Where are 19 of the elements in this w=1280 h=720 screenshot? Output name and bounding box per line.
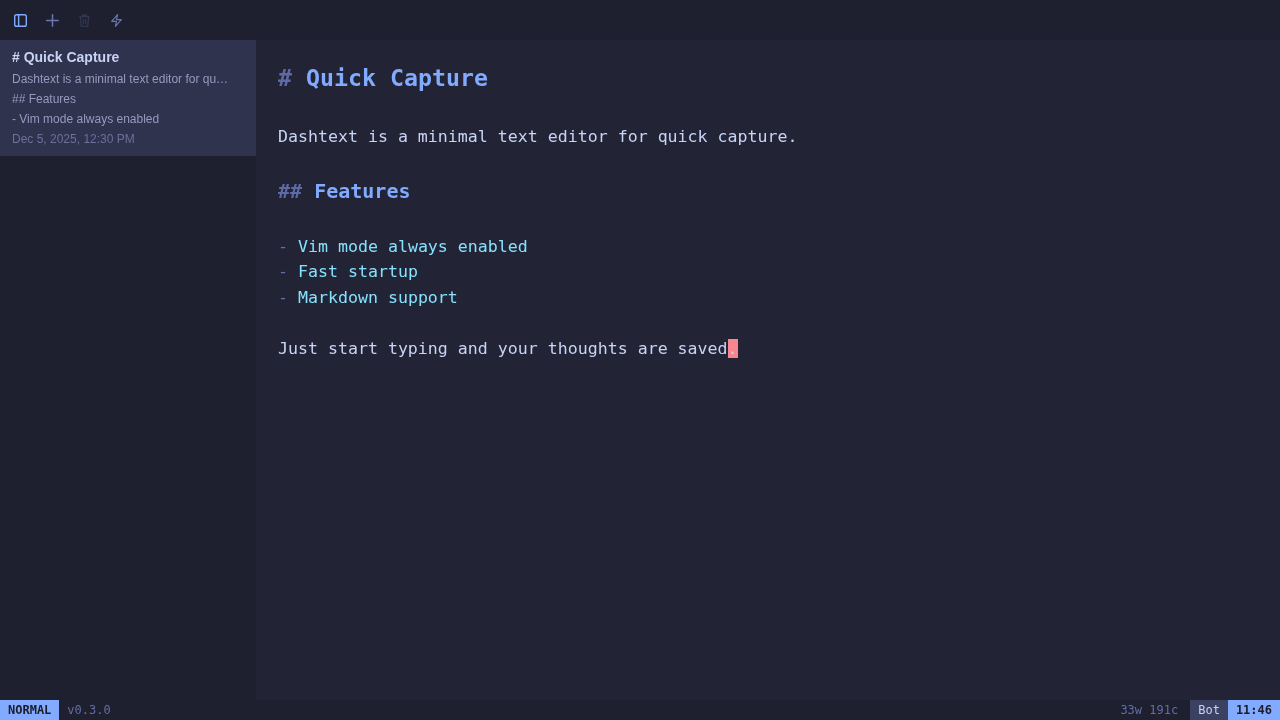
- version-label: v0.3.0: [66, 702, 111, 719]
- subheading-line: ## Features: [278, 177, 412, 205]
- paragraph-line: Just start typing and your thoughts are saved: [278, 338, 728, 358]
- note-preview-line: ## Features: [12, 91, 78, 108]
- list-item-line: - Vim mode always enabled: [278, 235, 529, 258]
- clock-time: 11:46: [1227, 700, 1280, 720]
- note-preview-line: Dashtext is a minimal text editor for qu…: [12, 71, 230, 88]
- list-item-line: - Markdown support: [278, 286, 459, 309]
- note-date: Dec 5, 2025, 12:30 PM: [12, 131, 136, 148]
- list-item-line: - Fast startup: [278, 261, 419, 283]
- note-list-item[interactable]: # Quick Capture Dashtext is a minimal text editor for qu… ## Features - Vim mode always enabled Dec 5, 2025, 12:30 PM: [0, 40, 256, 156]
- paragraph-line: Dashtext is a minimal text editor for quick capture.: [278, 125, 799, 148]
- mode-indicator: NORMAL: [0, 700, 60, 720]
- scroll-position: Bot: [1190, 700, 1228, 720]
- heading-line: # Quick Capture: [278, 63, 489, 93]
- note-title: # Quick Capture: [12, 48, 121, 67]
- note-preview-line: - Vim mode always enabled: [12, 111, 161, 128]
- block-cursor: .: [727, 338, 738, 358]
- word-char-count: 33w 191c: [1120, 702, 1180, 719]
